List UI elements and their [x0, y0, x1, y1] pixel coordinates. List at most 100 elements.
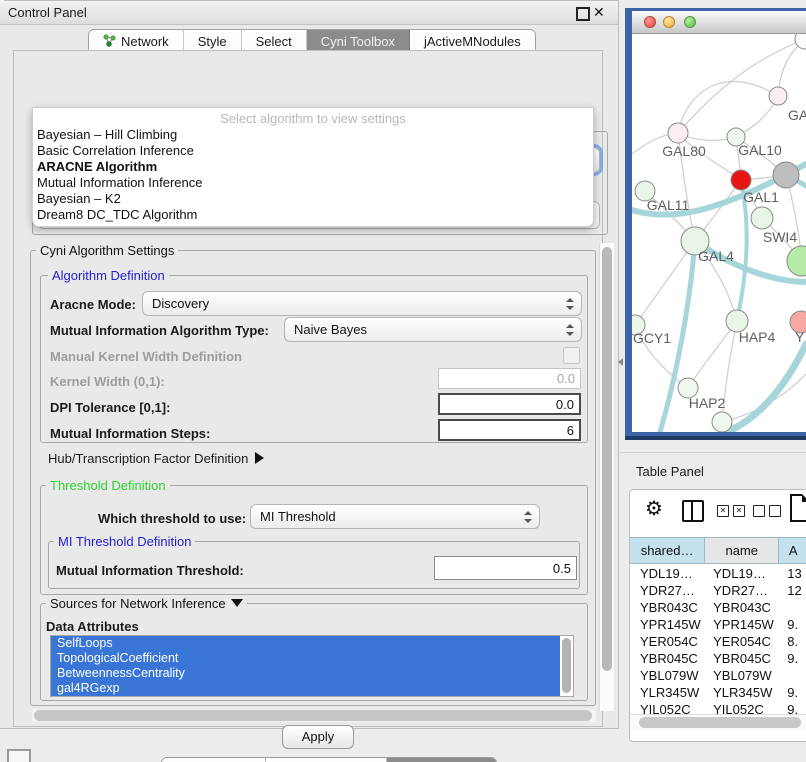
table-cell[interactable]: YDR27…: [630, 582, 705, 599]
cyni-bottom-tabs: Impute DataDiscretize DataInfer Network: [161, 757, 497, 762]
document-icon[interactable]: [790, 494, 806, 522]
aracne-mode-combo[interactable]: Discovery: [142, 291, 582, 316]
table-cell[interactable]: 12: [779, 582, 806, 599]
table-cell[interactable]: YPR145W: [630, 616, 705, 633]
column-header-name[interactable]: name: [705, 538, 779, 563]
close-icon[interactable]: ✕: [593, 4, 605, 21]
network-edge[interactable]: [678, 39, 805, 133]
table-row[interactable]: YLR345WYLR345W9.: [630, 684, 806, 701]
table-cell[interactable]: YIL052C: [630, 701, 705, 714]
algorithm-popup-item[interactable]: ARACNE Algorithm: [35, 159, 587, 175]
network-gray-node[interactable]: [773, 162, 799, 188]
kernel-width-field[interactable]: [438, 368, 581, 389]
table-cell[interactable]: [779, 667, 806, 684]
table-horizontal-scrollbar[interactable]: [630, 714, 806, 731]
table-cell[interactable]: 9.: [779, 684, 806, 701]
algorithm-popup-item[interactable]: Basic Correlation Inference: [35, 143, 587, 159]
table-cell[interactable]: YLR345W: [630, 684, 705, 701]
deselect-all-checkboxes-icon[interactable]: [753, 505, 781, 517]
table-cell[interactable]: YDL19…: [630, 565, 705, 582]
tab-discretize-data[interactable]: Discretize Data: [266, 758, 387, 762]
apply-button[interactable]: Apply: [282, 725, 354, 749]
tab-impute-data[interactable]: Impute Data: [162, 758, 266, 762]
manual-kernel-checkbox[interactable]: [563, 347, 580, 364]
settings-horizontal-scrollbar[interactable]: [32, 709, 596, 722]
scrollbar-thumb[interactable]: [639, 717, 801, 728]
table-row[interactable]: YBL079WYBL079W: [630, 667, 806, 684]
columns-icon[interactable]: [682, 500, 704, 522]
minimized-panel-icon[interactable]: [7, 749, 31, 762]
table-row[interactable]: YIL052CYIL052C9.: [630, 701, 806, 714]
network-gal1-node[interactable]: [731, 170, 751, 190]
attribute-item[interactable]: gal4RGexp: [51, 681, 560, 696]
table-cell[interactable]: YBR043C: [630, 599, 705, 616]
table-cell[interactable]: 9.: [779, 650, 806, 667]
zoom-traffic-light[interactable]: [684, 16, 696, 28]
hub-definition-toggle[interactable]: Hub/Transcription Factor Definition: [48, 451, 264, 466]
network-canvas[interactable]: GALGAL80GAL10GAL1GAL11SWI4GAL4GCY1HAP4YH…: [632, 34, 806, 432]
splitter-collapse-icon[interactable]: [618, 358, 623, 366]
algorithm-popup-item[interactable]: Bayesian – Hill Climbing: [35, 127, 587, 143]
network-gal80-node[interactable]: [668, 123, 688, 143]
control-panel-titlebar[interactable]: Control Panel ✕: [0, 1, 618, 25]
scrollbar-thumb[interactable]: [602, 247, 612, 671]
attribute-item[interactable]: TopologicalCoefficient: [51, 651, 560, 666]
table-cell[interactable]: YER054C: [705, 633, 779, 650]
float-window-icon[interactable]: [576, 7, 590, 21]
table-cell[interactable]: YBL079W: [630, 667, 705, 684]
column-header-shared…[interactable]: shared…: [630, 538, 705, 563]
mi-type-combo[interactable]: Naive Bayes: [284, 317, 582, 342]
table-cell[interactable]: YIL052C: [705, 701, 779, 714]
tab-infer-network[interactable]: Infer Network: [387, 758, 496, 762]
network-gal-top-node[interactable]: [769, 87, 787, 105]
network-edge[interactable]: [722, 374, 806, 422]
column-header-A[interactable]: A: [779, 538, 806, 563]
table-row[interactable]: YDL19…YDL19…13: [630, 565, 806, 582]
table-cell[interactable]: YBR045C: [630, 650, 705, 667]
settings-vertical-scrollbar[interactable]: [599, 243, 614, 711]
table-cell[interactable]: YBR045C: [705, 650, 779, 667]
algorithm-popup-item[interactable]: Mutual Information Inference: [35, 175, 587, 191]
attribute-item[interactable]: BetweennessCentrality: [51, 666, 560, 681]
node-label-GAL11: GAL11: [647, 197, 690, 213]
table-row[interactable]: YBR043CYBR043C: [630, 599, 806, 616]
table-cell[interactable]: YBL079W: [705, 667, 779, 684]
table-cell[interactable]: 8.: [779, 633, 806, 650]
network-window-titlebar[interactable]: [632, 11, 806, 34]
network-edge-highlighted[interactable]: [727, 344, 806, 432]
which-threshold-combo[interactable]: MI Threshold: [250, 504, 540, 529]
dpi-tolerance-field[interactable]: [438, 393, 581, 415]
list-scrollbar-thumb[interactable]: [562, 638, 571, 693]
table-cell[interactable]: 13: [779, 565, 806, 582]
network-edge[interactable]: [678, 82, 778, 133]
mi-threshold-field[interactable]: [434, 556, 577, 580]
network-bottom-node[interactable]: [712, 412, 732, 432]
network-green-right-node[interactable]: [787, 246, 806, 276]
table-cell[interactable]: YLR345W: [705, 684, 779, 701]
algorithm-popup-item[interactable]: Bayesian – K2: [35, 191, 587, 207]
minimize-traffic-light[interactable]: [663, 16, 675, 28]
data-attributes-list[interactable]: SelfLoopsTopologicalCoefficientBetweenne…: [50, 635, 574, 697]
algorithm-popup-item[interactable]: Dream8 DC_TDC Algorithm: [35, 207, 587, 223]
table-row[interactable]: YDR27…YDR27…12: [630, 582, 806, 599]
table-cell[interactable]: [779, 599, 806, 616]
scrollbar-thumb[interactable]: [34, 710, 592, 721]
gear-icon[interactable]: ⚙: [645, 496, 663, 521]
sources-group-title[interactable]: Sources for Network Inference: [46, 596, 247, 611]
table-cell[interactable]: YDL19…: [705, 565, 779, 582]
select-all-checkboxes-icon[interactable]: ✕✕: [717, 505, 745, 517]
attribute-item[interactable]: SelfLoops: [51, 636, 560, 651]
table-cell[interactable]: YPR145W: [705, 616, 779, 633]
network-edge[interactable]: [688, 321, 737, 388]
table-cell[interactable]: YDR27…: [705, 582, 779, 599]
table-cell[interactable]: YBR043C: [705, 599, 779, 616]
close-traffic-light[interactable]: [644, 16, 656, 28]
table-cell[interactable]: 9.: [779, 701, 806, 714]
table-row[interactable]: YER054CYER054C8.: [630, 633, 806, 650]
table-row[interactable]: YPR145WYPR145W9.: [630, 616, 806, 633]
table-cell[interactable]: YER054C: [630, 633, 705, 650]
mi-steps-field[interactable]: [438, 419, 581, 441]
table-row[interactable]: YBR045CYBR045C9.: [630, 650, 806, 667]
network-swi4-node[interactable]: [751, 207, 773, 229]
table-cell[interactable]: 9.: [779, 616, 806, 633]
